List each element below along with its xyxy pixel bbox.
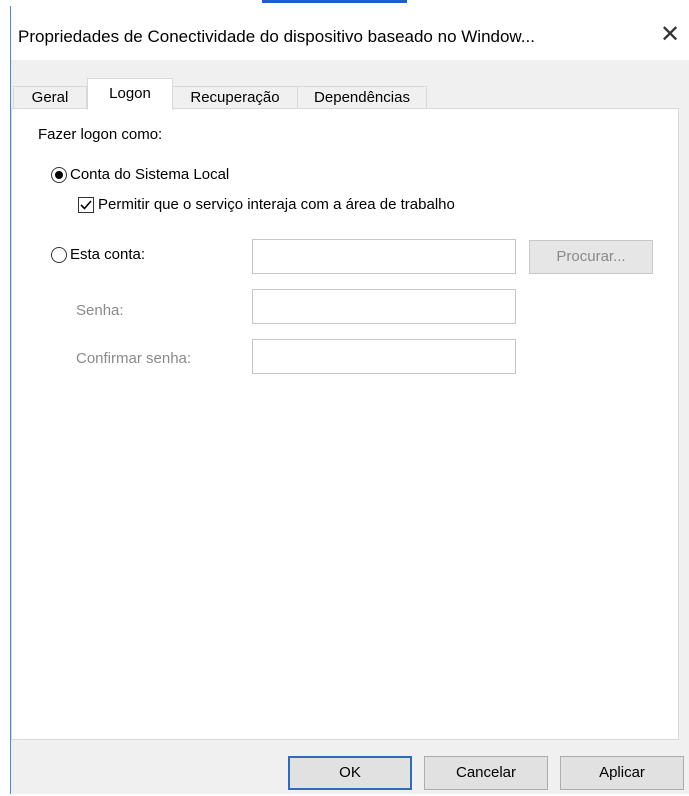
password-field[interactable] <box>252 289 516 324</box>
tab-logon[interactable]: Logon <box>87 78 173 110</box>
local-system-radio[interactable] <box>51 167 67 183</box>
properties-dialog: Propriedades de Conectividade do disposi… <box>10 6 689 794</box>
confirm-password-field[interactable] <box>252 339 516 374</box>
local-system-label[interactable]: Conta do Sistema Local <box>70 166 229 183</box>
tab-dependencias[interactable]: Dependências <box>297 86 427 109</box>
allow-desktop-checkbox[interactable] <box>78 197 94 213</box>
apply-button[interactable]: Aplicar <box>560 756 684 790</box>
this-account-label[interactable]: Esta conta: <box>70 246 145 263</box>
confirm-password-label: Confirmar senha: <box>76 350 192 367</box>
background-link-fragment <box>262 0 407 3</box>
radio-selected-dot <box>55 171 63 179</box>
allow-desktop-label[interactable]: Permitir que o serviço interaja com a ár… <box>98 196 455 213</box>
password-label: Senha: <box>76 302 124 319</box>
ok-button[interactable]: OK <box>288 756 412 790</box>
checkmark-icon <box>80 200 92 210</box>
close-icon[interactable]: ✕ <box>655 20 685 50</box>
browse-button[interactable]: Procurar... <box>529 240 653 274</box>
account-input[interactable] <box>252 239 516 274</box>
title-bar: Propriedades de Conectividade do disposi… <box>11 6 689 60</box>
this-account-radio[interactable] <box>51 247 67 263</box>
window-title: Propriedades de Conectividade do disposi… <box>18 27 535 46</box>
tab-geral[interactable]: Geral <box>13 86 87 109</box>
cancel-button[interactable]: Cancelar <box>424 756 548 790</box>
tab-recuperacao[interactable]: Recuperação <box>172 86 298 109</box>
logon-as-label: Fazer logon como: <box>38 126 163 143</box>
tab-strip: Geral Logon Recuperação Dependências <box>11 78 689 110</box>
logon-panel: Fazer logon como: Conta do Sistema Local… <box>11 108 679 740</box>
